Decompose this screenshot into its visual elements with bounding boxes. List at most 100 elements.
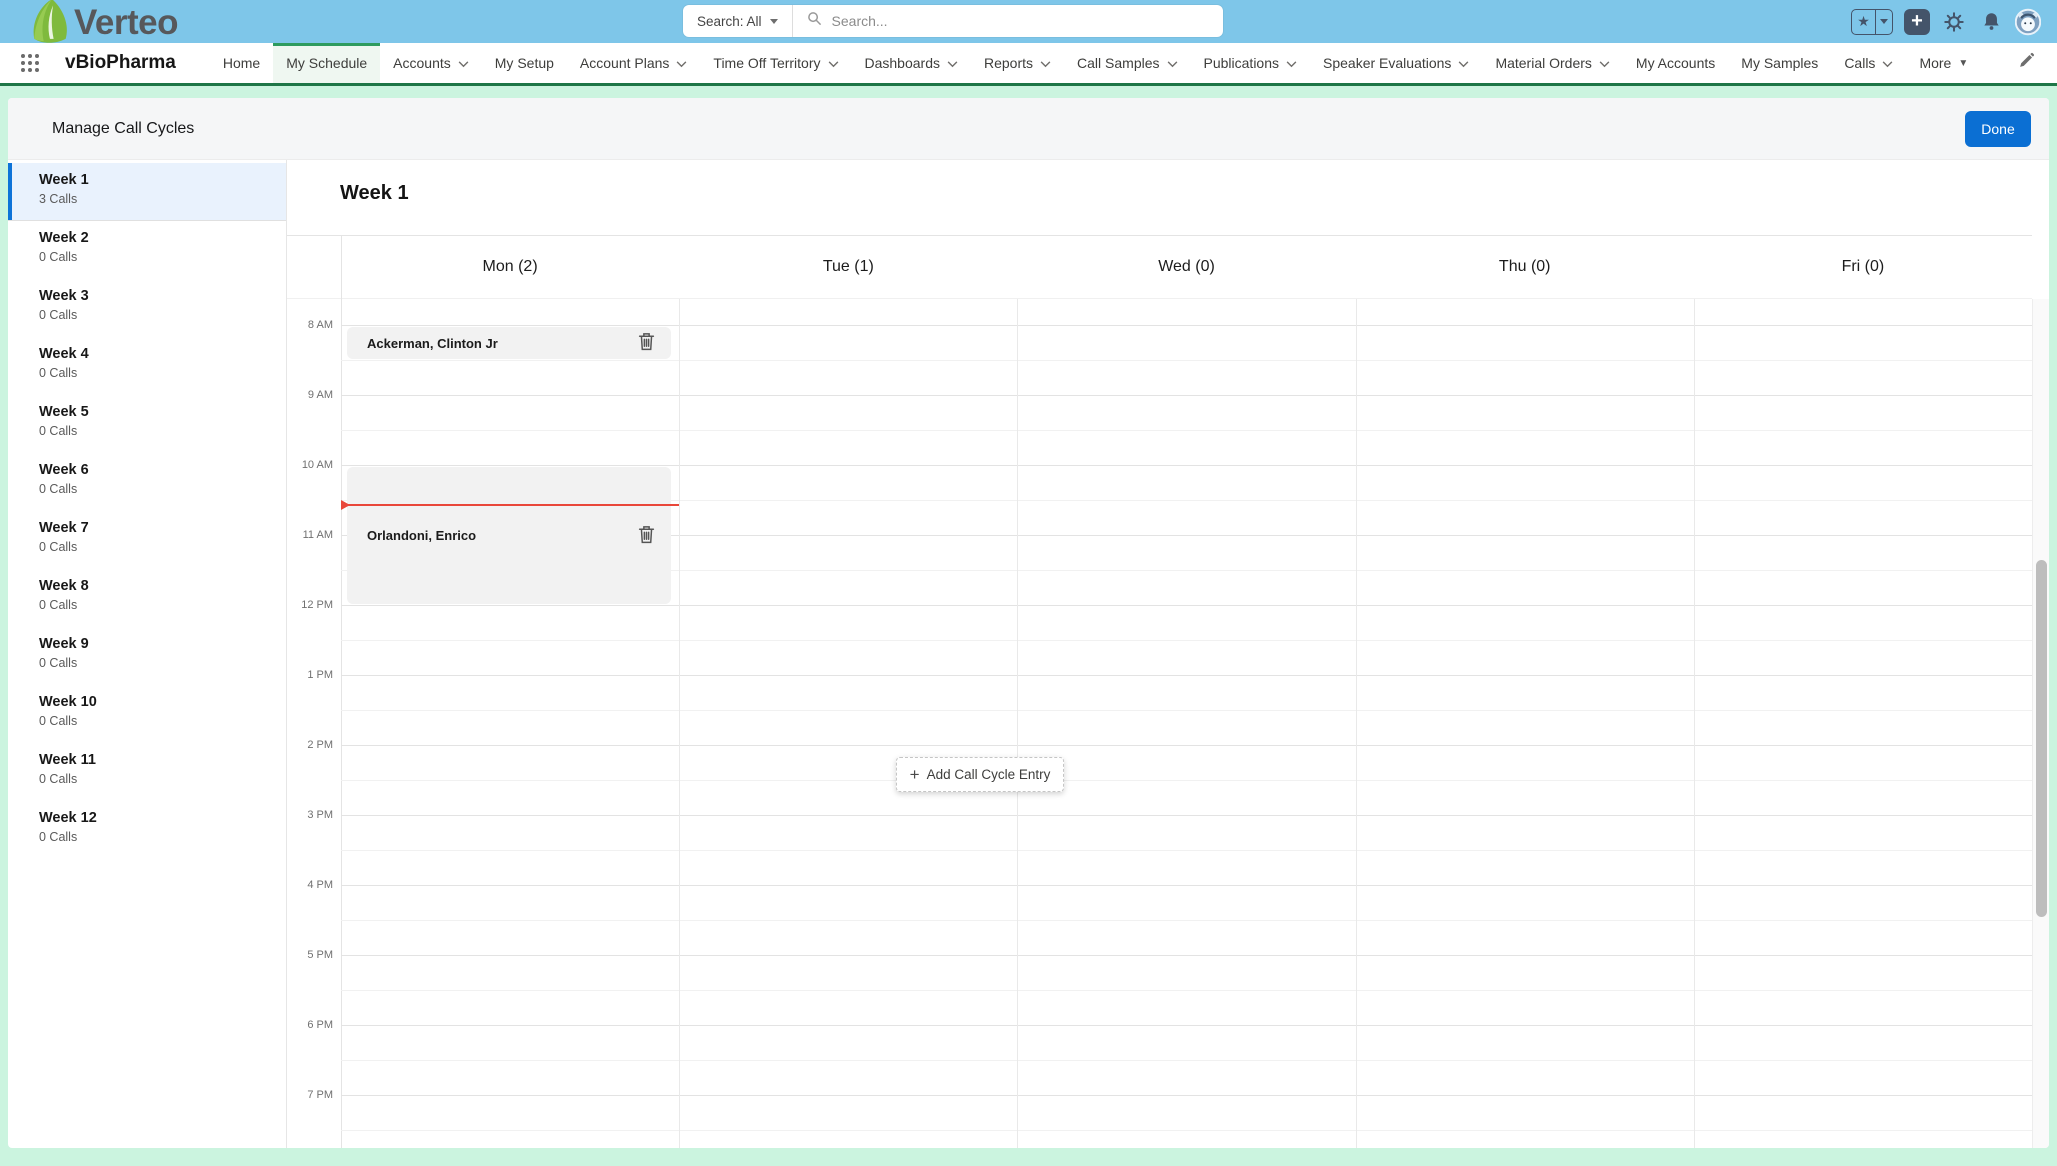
day-header-thu: Thu (0) [1356, 236, 1694, 298]
week-calendar: Week 1 Mon (2)Tue (1)Wed (0)Thu (0)Fri (… [287, 160, 2049, 1148]
week-label: Week 10 [39, 694, 286, 710]
app-name: vBioPharma [65, 52, 176, 74]
calendar-scrollbar[interactable] [2032, 299, 2049, 1148]
hour-gridline [341, 815, 2032, 816]
week-label: Week 9 [39, 636, 286, 652]
tab-label: My Setup [495, 55, 554, 71]
quick-add-button[interactable]: + [1904, 9, 1930, 35]
half-hour-gridline [341, 1130, 2032, 1131]
tab-call-samples[interactable]: Call Samples [1064, 43, 1190, 83]
half-hour-gridline [341, 780, 2032, 781]
tab-label: Account Plans [580, 55, 670, 71]
week-list-item-6[interactable]: Week 60 Calls [8, 453, 286, 511]
tab-label: My Accounts [1636, 55, 1715, 71]
tab-my-samples[interactable]: My Samples [1728, 43, 1831, 83]
chevron-down-icon [770, 19, 778, 24]
day-header-wed: Wed (0) [1017, 236, 1355, 298]
tab-time-off-territory[interactable]: Time Off Territory [700, 43, 851, 83]
half-hour-gridline [341, 990, 2032, 991]
delete-event-trash-icon[interactable] [636, 523, 657, 549]
week-call-count: 0 Calls [39, 540, 286, 554]
tab-more[interactable]: More▼ [1906, 43, 1981, 83]
tab-speaker-evaluations[interactable]: Speaker Evaluations [1310, 43, 1482, 83]
hour-gridline [341, 465, 2032, 466]
hour-gridline [341, 955, 2032, 956]
time-label: 4 PM [287, 879, 333, 891]
week-label: Week 6 [39, 462, 286, 478]
chevron-down-icon [458, 55, 469, 71]
add-call-cycle-entry-button[interactable]: +Add Call Cycle Entry [896, 757, 1064, 792]
tab-label: Home [223, 55, 260, 71]
chevron-down-icon [1040, 55, 1051, 71]
favorites-group: ★ [1851, 9, 1893, 35]
week-list-item-12[interactable]: Week 120 Calls [8, 801, 286, 859]
tab-label: Calls [1844, 55, 1875, 71]
week-list-item-9[interactable]: Week 90 Calls [8, 627, 286, 685]
app-launcher-waffle-icon[interactable] [21, 54, 39, 72]
global-search: Search: All [683, 5, 1223, 37]
week-label: Week 12 [39, 810, 286, 826]
delete-event-trash-icon[interactable] [636, 330, 657, 356]
week-list-item-1[interactable]: Week 13 Calls [8, 163, 286, 221]
favorites-dropdown-button[interactable] [1876, 10, 1892, 34]
tab-accounts[interactable]: Accounts [380, 43, 482, 83]
week-list-item-11[interactable]: Week 110 Calls [8, 743, 286, 801]
calendar-grid[interactable]: 8 AM9 AM10 AM11 AM12 PM1 PM2 PM3 PM4 PM5… [287, 299, 2032, 1148]
tab-my-accounts[interactable]: My Accounts [1623, 43, 1728, 83]
time-label: 3 PM [287, 809, 333, 821]
done-button[interactable]: Done [1965, 111, 2031, 147]
tab-home[interactable]: Home [210, 43, 273, 83]
half-hour-gridline [341, 710, 2032, 711]
add-entry-label: Add Call Cycle Entry [927, 767, 1051, 782]
week-label: Week 2 [39, 230, 286, 246]
time-label: 8 AM [287, 319, 333, 331]
day-column-divider [679, 299, 680, 1148]
week-list-item-3[interactable]: Week 30 Calls [8, 279, 286, 337]
day-header-fri: Fri (0) [1694, 236, 2032, 298]
hour-gridline [341, 1025, 2032, 1026]
logo-text: Verteo [74, 3, 178, 43]
tab-reports[interactable]: Reports [971, 43, 1064, 83]
call-cycle-event[interactable]: Ackerman, Clinton Jr [347, 327, 671, 359]
tab-my-schedule[interactable]: My Schedule [273, 43, 380, 83]
panel-header: Manage Call Cycles Done [8, 98, 2049, 160]
tab-dashboards[interactable]: Dashboards [852, 43, 972, 83]
time-label: 10 AM [287, 459, 333, 471]
week-list-item-8[interactable]: Week 80 Calls [8, 569, 286, 627]
time-label: 5 PM [287, 949, 333, 961]
tab-publications[interactable]: Publications [1191, 43, 1311, 83]
edit-nav-pencil-icon[interactable] [2018, 52, 2035, 74]
search-scope-label: Search: All [697, 14, 762, 29]
hour-gridline [341, 675, 2032, 676]
setup-gear-button[interactable] [1941, 9, 1967, 35]
week-list-item-7[interactable]: Week 70 Calls [8, 511, 286, 569]
week-label: Week 4 [39, 346, 286, 362]
tab-calls[interactable]: Calls [1831, 43, 1906, 83]
search-scope-dropdown[interactable]: Search: All [683, 5, 793, 37]
week-call-count: 3 Calls [39, 192, 286, 206]
tab-my-setup[interactable]: My Setup [482, 43, 567, 83]
day-column-divider [1017, 299, 1018, 1148]
chevron-down-icon [1167, 55, 1178, 71]
tab-label: My Samples [1741, 55, 1818, 71]
favorites-star-button[interactable]: ★ [1852, 10, 1876, 34]
call-cycle-event[interactable]: Orlandoni, Enrico [347, 467, 671, 604]
nav-tabs: Home My ScheduleAccounts My Setup Account P… [210, 43, 1981, 83]
tab-material-orders[interactable]: Material Orders [1482, 43, 1622, 83]
week-list-item-4[interactable]: Week 40 Calls [8, 337, 286, 395]
tab-account-plans[interactable]: Account Plans [567, 43, 701, 83]
scrollbar-thumb[interactable] [2036, 560, 2047, 917]
day-header-mon: Mon (2) [341, 236, 679, 298]
time-label: 1 PM [287, 669, 333, 681]
search-input[interactable] [832, 13, 1162, 29]
week-list-item-2[interactable]: Week 20 Calls [8, 221, 286, 279]
week-label: Week 5 [39, 404, 286, 420]
week-list-item-5[interactable]: Week 50 Calls [8, 395, 286, 453]
week-list-item-10[interactable]: Week 100 Calls [8, 685, 286, 743]
half-hour-gridline [341, 850, 2032, 851]
user-avatar[interactable] [2015, 9, 2041, 35]
day-column-divider [1356, 299, 1357, 1148]
leaf-logo-icon [30, 0, 72, 48]
caret-down-icon: ▼ [1958, 58, 1968, 69]
notifications-bell-button[interactable] [1978, 9, 2004, 35]
